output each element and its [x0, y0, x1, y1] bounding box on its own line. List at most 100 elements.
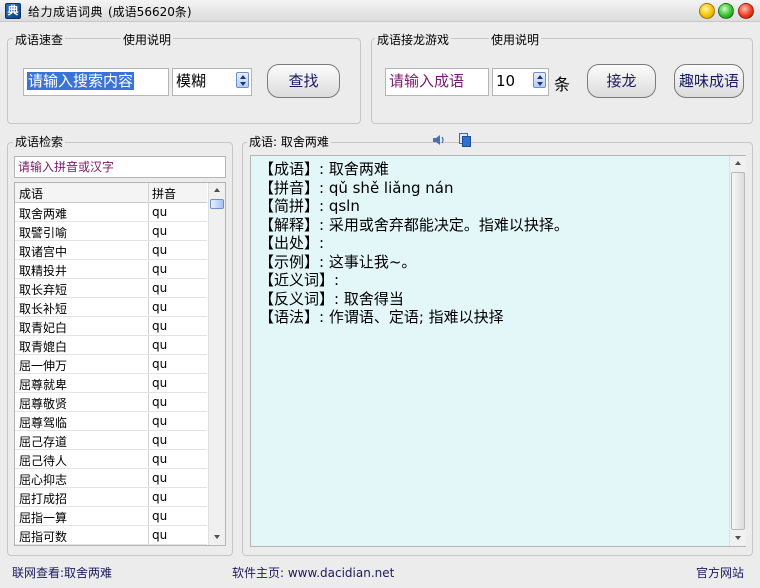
detail-line: 【简拼】: qsln [259, 197, 360, 215]
match-mode-select[interactable]: 模糊 [172, 68, 252, 96]
official-site-link[interactable]: 官方网站 [696, 564, 744, 581]
detail-line: 【语法】: 作谓语、定语; 指难以抉择 [259, 308, 504, 326]
title-bar: 典 给力成语词典 (成语56620条) [0, 0, 760, 22]
idiom-list-row[interactable]: 取青妃白 qu [15, 317, 207, 336]
relay-count-value: 10 [496, 72, 516, 90]
idiom-list-row[interactable]: 屈尊就卑 qu [15, 374, 207, 393]
pinyin-cell: qu [152, 205, 168, 219]
idiom-list-row[interactable]: 取长补短 qu [15, 298, 207, 317]
detail-line: 【成语】: 取舍两难 [259, 160, 389, 178]
pinyin-cell: qu [152, 509, 168, 523]
idiom-cell: 屈指可数 [19, 530, 68, 544]
idiom-list-row[interactable]: 屈己待人 qu [15, 450, 207, 469]
pinyin-cell: qu [152, 357, 168, 371]
pinyin-cell: qu [152, 414, 168, 428]
pinyin-cell: qu [152, 262, 168, 276]
idiom-filter-input[interactable]: 请输入拼音或汉字 [14, 156, 226, 178]
pinyin-cell: qu [152, 433, 168, 447]
idiom-list[interactable]: 成语 拼音 取舍两难 qu 取譬引喻 qu 取诸宫中 qu 取精投井 qu 取长弃短 qu 取长补短… [14, 182, 226, 546]
idiom-list-row[interactable]: 屈己存道 qu [15, 431, 207, 450]
relay-help-link[interactable]: 使用说明 [489, 31, 542, 48]
relay-game-label: 成语接龙游戏 [375, 31, 452, 48]
idiom-list-row[interactable]: 取精投井 qu [15, 260, 207, 279]
search-button[interactable]: 查找 [267, 64, 340, 98]
relay-input-value: 请输入成语 [389, 72, 465, 90]
idiom-cell: 屈心抑志 [19, 473, 68, 487]
idiom-list-scrollbar[interactable] [208, 183, 225, 545]
homepage-link[interactable]: 软件主页: www.dacidian.net [232, 564, 394, 581]
idiom-list-header: 成语 拼音 [15, 183, 207, 203]
copy-icon[interactable] [459, 133, 471, 147]
idiom-cell: 取诸宫中 [19, 245, 68, 259]
idiom-list-row[interactable]: 取舍两难 qu [15, 203, 207, 222]
idiom-filter-placeholder: 请输入拼音或汉字 [18, 160, 115, 174]
idiom-list-row[interactable]: 取诸宫中 qu [15, 241, 207, 260]
pinyin-cell: qu [152, 243, 168, 257]
online-lookup-link[interactable]: 联网查看:取舍两难 [12, 564, 112, 581]
relay-button[interactable]: 接龙 [587, 64, 656, 98]
fun-idiom-button[interactable]: 趣味成语 [674, 64, 744, 98]
idiom-list-row[interactable]: 屈一伸万 qu [15, 355, 207, 374]
relay-count-select[interactable]: 10 [492, 68, 549, 96]
relay-count-spin-icon[interactable] [533, 72, 546, 88]
minimize-button[interactable] [699, 3, 715, 19]
detail-scroll-up-arrow-icon[interactable] [730, 156, 746, 171]
idiom-cell: 屈一伸万 [19, 359, 68, 373]
idiom-list-row[interactable]: 取长弃短 qu [15, 279, 207, 298]
idiom-list-row[interactable]: 屈尊敬贤 qu [15, 393, 207, 412]
idiom-cell: 屈尊驾临 [19, 416, 68, 430]
detail-line: 【反义词】: 取舍得当 [259, 289, 404, 308]
detail-line: 【示例】: 这事让我~。 [259, 252, 417, 271]
idiom-cell: 取青妃白 [19, 321, 68, 335]
detail-scroll-thumb[interactable] [731, 172, 745, 530]
scroll-thumb[interactable] [210, 199, 224, 209]
idiom-list-row[interactable]: 屈心抑志 qu [15, 469, 207, 488]
pinyin-cell: qu [152, 490, 168, 504]
detail-label: 成语: 取舍两难 [247, 133, 331, 150]
idiom-list-row[interactable]: 屈打成招 qu [15, 488, 207, 507]
column-header-pinyin[interactable]: 拼音 [152, 185, 176, 202]
detail-text-area[interactable]: 【成语】: 取舍两难 【拼音】: qǔ shě liǎng nán 【简拼】: qs… [250, 155, 746, 547]
detail-scroll-down-arrow-icon[interactable] [730, 531, 746, 546]
close-button[interactable] [738, 3, 754, 19]
idiom-cell: 屈己存道 [19, 435, 68, 449]
scroll-down-arrow-icon[interactable] [209, 530, 225, 545]
search-input-value: 请输入搜索内容 [27, 72, 135, 90]
scroll-up-arrow-icon[interactable] [209, 183, 225, 198]
idiom-cell: 取舍两难 [19, 207, 68, 221]
quick-search-label: 成语速查 [13, 31, 66, 48]
idiom-list-row[interactable]: 屈指一算 qu [15, 507, 207, 526]
column-header-idiom[interactable]: 成语 [19, 185, 43, 202]
speaker-icon[interactable] [432, 134, 446, 146]
relay-input[interactable]: 请输入成语 [385, 68, 489, 96]
window-subtitle: (成语56620条) [108, 5, 192, 19]
maximize-button[interactable] [718, 3, 734, 19]
pinyin-cell: qu [152, 319, 168, 333]
search-input[interactable]: 请输入搜索内容 [23, 68, 169, 96]
idiom-cell: 取长弃短 [19, 283, 68, 297]
idiom-cell: 取长补短 [19, 302, 68, 316]
pinyin-cell: qu [152, 452, 168, 466]
pinyin-cell: qu [152, 338, 168, 352]
relay-count-unit: 条 [554, 75, 571, 94]
detail-line: 【解释】: 采用或舍弃都能决定。指难以抉择。 [259, 215, 569, 234]
idiom-cell: 屈指一算 [19, 511, 68, 525]
pinyin-cell: qu [152, 395, 168, 409]
idiom-cell: 屈打成招 [19, 492, 68, 506]
idiom-cell: 屈己待人 [19, 454, 68, 468]
idiom-list-row[interactable]: 取青媲白 qu [15, 336, 207, 355]
pinyin-cell: qu [152, 281, 168, 295]
detail-line: 【出处】: [259, 234, 325, 252]
idiom-list-row[interactable]: 屈尊驾临 qu [15, 412, 207, 431]
match-mode-spin-icon[interactable] [236, 72, 249, 88]
idiom-list-row[interactable]: 取譬引喻 qu [15, 222, 207, 241]
idiom-list-row[interactable]: 屈指可数 qu [15, 526, 207, 545]
detail-scrollbar[interactable] [729, 156, 746, 546]
quick-search-help-link[interactable]: 使用说明 [121, 31, 174, 48]
pinyin-cell: qu [152, 471, 168, 485]
pinyin-cell: qu [152, 300, 168, 314]
detail-line: 【拼音】: qǔ shě liǎng nán [259, 178, 454, 197]
idiom-cell: 取譬引喻 [19, 226, 68, 240]
pinyin-cell: qu [152, 528, 168, 542]
app-icon: 典 [5, 3, 21, 19]
